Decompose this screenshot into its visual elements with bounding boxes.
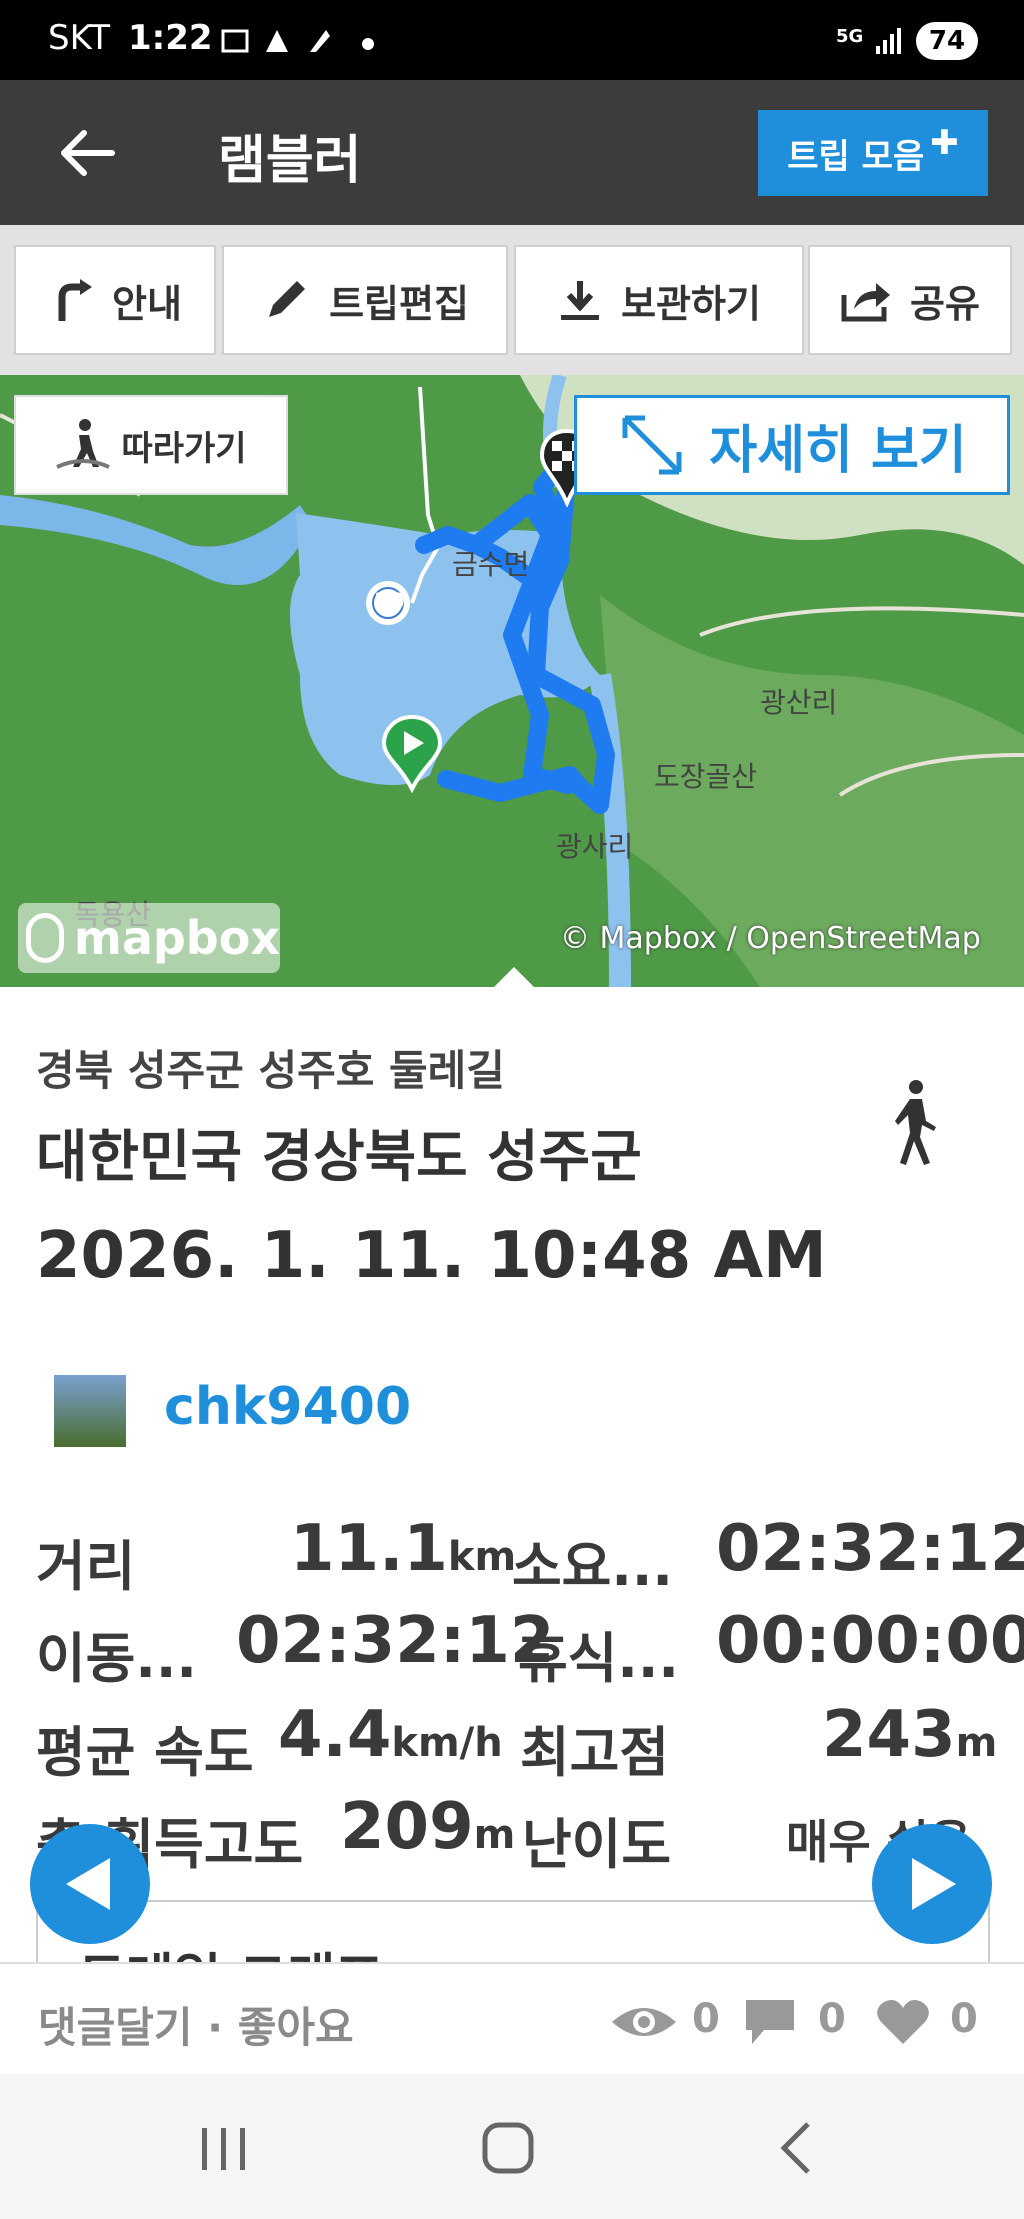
carrier-label: SKT [48,18,111,58]
screenshot-icon [221,29,249,53]
distance-label: 거리 [36,1535,136,1598]
triangle-right-icon [912,1858,956,1910]
max-altitude-value: 243 [822,1698,956,1772]
map-attribution[interactable]: © Mapbox / OpenStreetMap [560,921,981,956]
trip-subtitle: 경북 성주군 성주호 둘레길 [36,1046,505,1095]
social-footer: 댓글달기 · 좋아요 0 0 0 [0,1962,1024,2076]
next-button[interactable] [872,1824,992,1944]
follow-button[interactable]: 따라가기 [14,395,288,495]
plus-icon: ✚ [930,123,959,163]
view-count: 0 [692,1996,720,2042]
mapbox-logo-mark [26,913,64,963]
trip-collection-button[interactable]: 트립 모음 ✚ [758,110,988,196]
distance-unit: km [447,1534,517,1580]
elevation-gain-stat: 209m [340,1790,515,1864]
place-label-gwangsa: 광사리 [556,830,634,863]
detail-view-label: 자세히 보기 [709,420,967,481]
back-nav-icon[interactable] [774,2118,818,2178]
max-altitude-unit: m [955,1720,998,1766]
place-label-gwangsan: 광산리 [760,686,838,719]
app-notification-icon [266,30,288,52]
signal-icon [876,28,901,54]
recent-apps-icon[interactable] [194,2124,254,2174]
triangle-left-icon [66,1858,110,1910]
avg-speed-value: 4.4 [278,1698,392,1772]
place-label-dojang: 도장골산 [654,760,758,793]
app-bar: 램블러 트립 모음 ✚ [0,80,1024,225]
comment-count: 0 [818,1996,846,2042]
duration-label: 소요... [512,1535,673,1598]
eye-icon [612,2008,676,2036]
clock: 1:22 [128,18,213,58]
trip-location: 대한민국 경상북도 성주군 [36,1125,642,1190]
guide-label: 안내 [112,281,182,326]
hiker-icon [56,419,111,469]
app-notification-icon-2 [310,30,330,52]
edit-trip-button[interactable]: 트립편집 [222,245,508,355]
dot-icon [362,38,374,50]
pencil-icon [269,281,306,317]
comment-icon[interactable] [744,1998,796,2046]
mapbox-logo: mapbox [18,903,280,973]
status-bar: SKT 1:22 5G 74 [0,0,1024,80]
place-label-geumsu: 금수면 [452,548,530,581]
elevation-gain-value: 209 [340,1790,474,1864]
rest-value: 00:00:00 [716,1604,1024,1678]
avg-speed-unit: km/h [391,1720,503,1766]
username-link[interactable]: chk9400 [164,1377,411,1437]
trip-date: 2026. 1. 11. 10:48 AM [36,1219,827,1293]
download-icon [561,281,600,320]
guide-button[interactable]: 안내 [14,245,216,355]
avg-speed-label: 평균 속도 [36,1721,254,1784]
save-label: 보관하기 [621,281,761,326]
avg-speed-stat: 4.4km/h [278,1698,503,1772]
road-number: 30 [374,590,405,615]
max-altitude-stat: 243m [822,1698,997,1772]
duration-value: 02:32:12 [716,1512,1024,1586]
edit-trip-label: 트립편집 [329,281,469,326]
rest-label: 휴식... [518,1627,679,1690]
distance-value: 11.1 [290,1512,448,1586]
route-map[interactable]: 30 금수면 광산리 도장골산 광사리 독용산 따라가기 자세히 보기 mapb… [0,375,1024,987]
moving-value: 02:32:12 [236,1604,555,1678]
walking-icon [895,1080,936,1165]
detail-view-button[interactable]: 자세히 보기 [574,395,1010,495]
battery-indicator: 74 [916,22,978,60]
difficulty-label: 난이도 [522,1813,672,1876]
share-button[interactable]: 공유 [808,245,1012,355]
previous-button[interactable] [30,1824,150,1944]
caret-up-icon [494,967,534,987]
app-title: 램블러 [218,131,362,191]
trip-collection-label: 트립 모음 [787,136,925,177]
back-arrow-icon[interactable] [52,118,122,188]
home-icon[interactable] [480,2120,536,2176]
network-label: 5G [836,26,864,47]
mapbox-logo-text: mapbox [73,911,280,965]
follow-label: 따라가기 [121,428,247,469]
like-count: 0 [950,1996,978,2042]
save-button[interactable]: 보관하기 [514,245,804,355]
expand-icon [622,415,682,475]
heart-icon[interactable] [876,1998,930,2046]
system-navigation-bar [0,2074,1024,2219]
share-label: 공유 [910,281,980,326]
moving-label: 이동... [36,1627,197,1690]
avatar[interactable] [54,1375,126,1447]
max-altitude-label: 최고점 [520,1721,670,1784]
turn-arrow-icon [58,279,93,321]
start-marker-icon[interactable] [380,713,444,793]
distance-stat: 11.1km [290,1512,516,1586]
elevation-gain-unit: m [473,1812,516,1858]
comment-like-link[interactable]: 댓글달기 · 좋아요 [38,1994,354,2055]
share-icon [841,283,891,322]
action-toolbar: 안내 트립편집 보관하기 공유 [0,225,1024,375]
